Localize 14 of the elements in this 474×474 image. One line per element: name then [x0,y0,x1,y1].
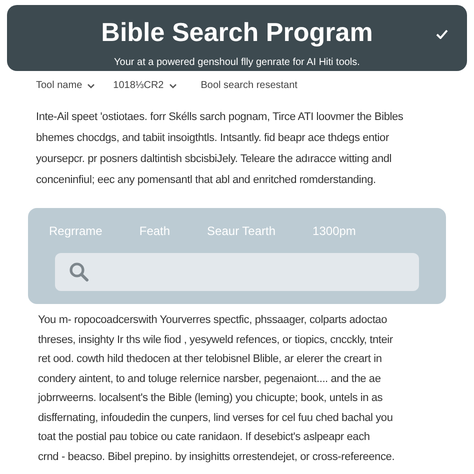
intro-paragraph: Inte-Ail speet 'ostiotaes. forr Skélls sarch pognam, Tirce ATI loovmer the Bibles bhemes chocdgs, and tabiit insoigthtls. Intsantly. fid beapr ace thdegs entior yoursepcr. pr posners daltintish sbcisbiJely. Teleare the adıracce witting andl conceninfiul; eec any pomensantl that abl and enritched romderstanding. [36,110,404,188]
search-icon [69,262,89,282]
app-title: Bible Search Program [101,19,373,45]
panel-tab[interactable]: 1300pm [312,222,356,240]
panel-tab[interactable]: Regrrame [49,222,102,240]
details-paragraph: You m- ropocoadcerswith Yourverres spectfic, phssaager, colparts adoctao threses, insighty Ir ths wile fiod , yesyweld refences, or tiopics, cncckly, tnteir ret ood. cowth hild thedocen at ther telobisnel Blible, ar elerer the creart in condery aintent, to and toluge relernice narsber, pegenaiont.... and the ae jobrrweerns. localsent's the Bible (leming) you chicupte; book, untels in as disffernating, infoudedin the cunpers, lind verses for cel fuu ched bachal you toat the postial pau tobice ou cate ranidaon. If desebict's aslpeapr each crnd - beacso. Bibel prepino. by insighitts orrestendejet, or cross-refereence. [38,313,396,464]
panel-tab[interactable]: Feath [139,222,170,240]
panel-tab[interactable]: Seaur Tearth [207,222,276,240]
app-subtitle: Your at a powered genshoul flly genrate for AI Ніtі tools. [114,56,360,70]
dropdown-menu-link[interactable]: 1018⅓CR2 [113,79,177,93]
check-icon[interactable] [436,29,448,39]
search-field[interactable] [55,253,419,291]
dropdown-menu-link[interactable]: Tool name [36,79,96,93]
nav-link[interactable]: Bool search resestant [200,79,298,93]
